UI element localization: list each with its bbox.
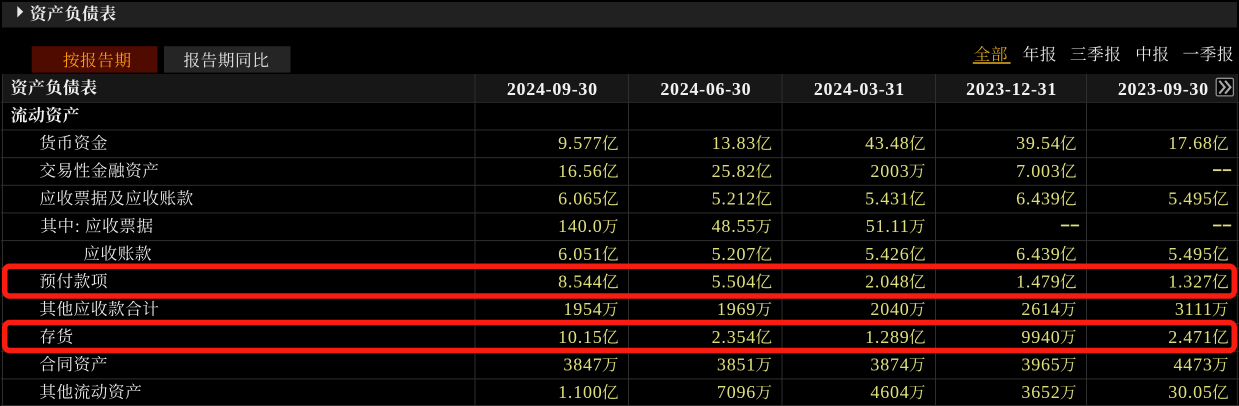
svg-text:3111: 3111	[1175, 299, 1213, 319]
svg-text:5.504: 5.504	[712, 271, 757, 291]
svg-text:1.327: 1.327	[1168, 271, 1213, 291]
svg-text:4604: 4604	[870, 382, 909, 402]
svg-text:1.479: 1.479	[1016, 271, 1061, 291]
svg-text:2024-03-31: 2024-03-31	[814, 79, 905, 99]
svg-text:5.426: 5.426	[865, 244, 910, 264]
svg-text:2.471: 2.471	[1168, 327, 1213, 347]
svg-text:5.431: 5.431	[865, 189, 910, 209]
svg-text:6.065: 6.065	[558, 189, 603, 209]
svg-text:4473: 4473	[1173, 354, 1212, 374]
svg-text:2023-12-31: 2023-12-31	[966, 79, 1057, 99]
svg-text:8.544: 8.544	[558, 271, 603, 291]
svg-text:2614: 2614	[1021, 299, 1060, 319]
svg-text:1.289: 1.289	[865, 327, 910, 347]
svg-text:3965: 3965	[1021, 354, 1060, 374]
svg-text:25.82: 25.82	[712, 161, 757, 181]
svg-text:2003: 2003	[870, 161, 909, 181]
svg-text:6.439: 6.439	[1016, 244, 1061, 264]
svg-text:48.55: 48.55	[712, 216, 757, 236]
svg-text:1969: 1969	[717, 299, 756, 319]
svg-text:3847: 3847	[563, 354, 602, 374]
svg-text:13.83: 13.83	[712, 133, 757, 153]
svg-text:3851: 3851	[717, 354, 756, 374]
svg-text:1954: 1954	[563, 299, 602, 319]
svg-text:3874: 3874	[870, 354, 909, 374]
svg-text:2.354: 2.354	[712, 327, 757, 347]
svg-text:9.577: 9.577	[558, 133, 603, 153]
svg-text:39.54: 39.54	[1016, 133, 1061, 153]
svg-text:17.68: 17.68	[1168, 133, 1213, 153]
svg-text:7096: 7096	[717, 382, 756, 402]
svg-text:51.11: 51.11	[866, 216, 910, 236]
svg-text:3652: 3652	[1021, 382, 1060, 402]
svg-text:2024-09-30: 2024-09-30	[507, 79, 598, 99]
svg-text:5.495: 5.495	[1168, 244, 1213, 264]
svg-text:1.100: 1.100	[558, 382, 603, 402]
svg-text:30.05: 30.05	[1168, 382, 1213, 402]
svg-text:6.051: 6.051	[558, 244, 603, 264]
svg-text:2.048: 2.048	[865, 271, 910, 291]
svg-text:2040: 2040	[870, 299, 909, 319]
svg-text:10.15: 10.15	[558, 327, 603, 347]
svg-text:43.48: 43.48	[865, 133, 910, 153]
svg-text:5.212: 5.212	[712, 189, 757, 209]
svg-text:6.439: 6.439	[1016, 189, 1061, 209]
svg-text:7.003: 7.003	[1016, 161, 1061, 181]
svg-text:2023-09-30: 2023-09-30	[1118, 79, 1209, 99]
svg-text:5.495: 5.495	[1168, 189, 1213, 209]
svg-text:9940: 9940	[1021, 327, 1060, 347]
svg-text:140.0: 140.0	[558, 216, 603, 236]
svg-text:5.207: 5.207	[712, 244, 757, 264]
svg-text:2024-06-30: 2024-06-30	[660, 79, 751, 99]
svg-text:16.56: 16.56	[558, 161, 603, 181]
